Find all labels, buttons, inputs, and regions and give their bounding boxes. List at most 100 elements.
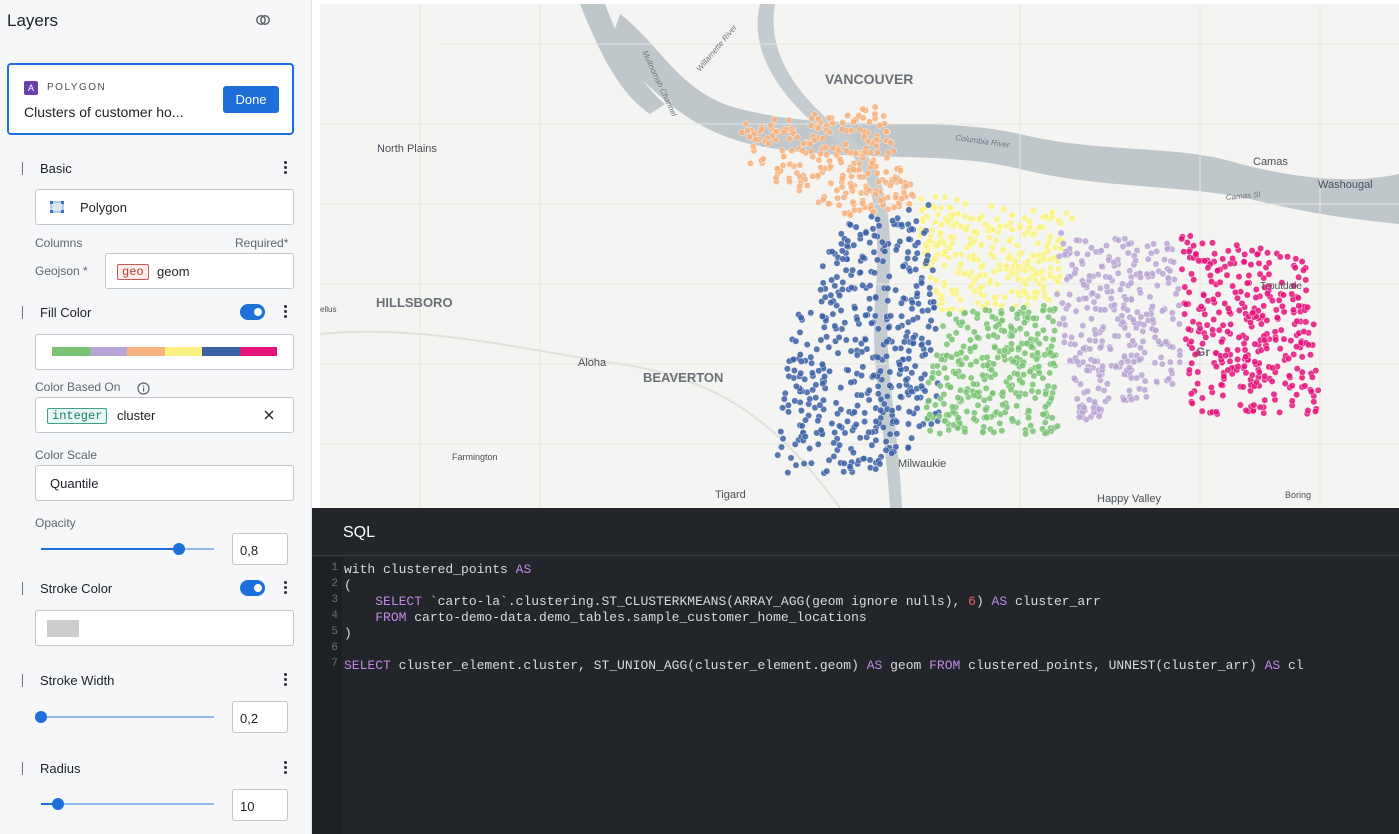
cluster-point bbox=[852, 421, 860, 428]
stroke-color-section-title[interactable]: Stroke Color bbox=[40, 581, 112, 596]
map-label-beaverton: BEAVERTON bbox=[643, 370, 723, 385]
cluster-point bbox=[982, 306, 989, 314]
basic-section-title[interactable]: Basic bbox=[40, 161, 72, 176]
cluster-point bbox=[790, 367, 798, 374]
radius-input[interactable]: 10 bbox=[232, 789, 288, 821]
cluster-point bbox=[1060, 338, 1068, 346]
radius-slider-thumb[interactable] bbox=[52, 798, 65, 810]
radius-section-title[interactable]: Radius bbox=[40, 761, 80, 776]
cluster-point bbox=[1271, 328, 1279, 336]
cluster-point bbox=[1304, 407, 1312, 414]
cluster-point bbox=[1111, 301, 1118, 309]
stroke-color-picker[interactable] bbox=[35, 610, 294, 646]
cluster-point bbox=[967, 240, 974, 248]
cluster-point bbox=[1040, 282, 1047, 290]
cluster-point bbox=[862, 229, 870, 237]
cluster-point bbox=[943, 374, 950, 382]
cluster-point bbox=[866, 456, 874, 464]
stroke-width-slider[interactable] bbox=[35, 711, 214, 723]
cluster-point bbox=[977, 241, 985, 249]
palette-select[interactable] bbox=[35, 334, 294, 370]
cluster-point bbox=[953, 350, 961, 358]
cluster-point bbox=[967, 374, 975, 382]
cluster-point bbox=[1308, 388, 1315, 396]
cluster-point bbox=[980, 396, 988, 404]
required-label: Required* bbox=[235, 236, 289, 250]
cluster-point bbox=[833, 273, 841, 281]
cluster-point bbox=[786, 160, 794, 168]
radius-slider[interactable] bbox=[41, 798, 214, 810]
cluster-point bbox=[998, 316, 1006, 324]
stroke-width-slider-thumb[interactable] bbox=[35, 711, 47, 723]
cluster-point bbox=[827, 299, 835, 306]
cluster-point bbox=[1159, 307, 1166, 315]
map-canvas[interactable]: VANCOUVER North Plains HILLSBORO Aloha B… bbox=[320, 4, 1399, 508]
cluster-point bbox=[851, 408, 858, 416]
cluster-point bbox=[838, 325, 846, 333]
info-icon[interactable] bbox=[137, 382, 150, 395]
cluster-point bbox=[893, 430, 901, 438]
stroke-width-section-title[interactable]: Stroke Width bbox=[40, 673, 114, 688]
geojson-column-select[interactable]: geo geom bbox=[105, 253, 294, 289]
cluster-point bbox=[913, 289, 921, 297]
cluster-point bbox=[1115, 236, 1122, 244]
cluster-point bbox=[1185, 325, 1192, 333]
cluster-point bbox=[1234, 346, 1242, 354]
cluster-point bbox=[1143, 310, 1150, 318]
cluster-point bbox=[815, 367, 823, 375]
fill-color-section-title[interactable]: Fill Color bbox=[40, 305, 91, 320]
cluster-point bbox=[938, 306, 946, 314]
cluster-point bbox=[871, 232, 878, 240]
cluster-point bbox=[788, 147, 796, 155]
basic-more-icon[interactable] bbox=[282, 161, 288, 177]
cluster-point bbox=[999, 388, 1007, 396]
cluster-point bbox=[1176, 351, 1184, 359]
cluster-point bbox=[898, 195, 906, 202]
cluster-point bbox=[862, 311, 869, 319]
map-label-milwaukie: Milwaukie bbox=[898, 458, 946, 470]
cluster-point bbox=[823, 467, 831, 475]
color-scale-select[interactable]: Quantile bbox=[35, 465, 294, 501]
stroke-width-input[interactable]: 0,2 bbox=[232, 701, 288, 733]
layer-card[interactable]: A POLYGON Clusters of customer ho... Don… bbox=[7, 63, 294, 135]
fill-color-toggle[interactable] bbox=[240, 304, 265, 320]
cluster-point bbox=[866, 305, 874, 313]
cluster-point bbox=[1143, 270, 1151, 278]
cluster-point bbox=[1187, 390, 1195, 398]
cluster-point bbox=[892, 443, 900, 451]
cluster-point bbox=[819, 196, 827, 204]
radius-more-icon[interactable] bbox=[282, 761, 288, 777]
sql-header: SQL bbox=[312, 508, 1399, 556]
opacity-slider[interactable] bbox=[41, 543, 214, 555]
cluster-point bbox=[1008, 211, 1016, 219]
cluster-point bbox=[1285, 372, 1293, 380]
stroke-color-more-icon[interactable] bbox=[282, 581, 288, 597]
opacity-slider-thumb[interactable] bbox=[173, 543, 186, 555]
cluster-point bbox=[854, 402, 861, 409]
cluster-point bbox=[1086, 345, 1094, 353]
geometry-type-select[interactable]: Polygon bbox=[35, 189, 294, 225]
stroke-width-more-icon[interactable] bbox=[282, 673, 288, 689]
opacity-input[interactable]: 0,8 bbox=[232, 533, 288, 565]
cluster-point bbox=[856, 434, 864, 442]
geometry-type-value: Polygon bbox=[80, 200, 127, 215]
color-column-select[interactable]: integer cluster bbox=[35, 397, 294, 433]
cluster-point bbox=[1034, 349, 1041, 357]
cluster-point bbox=[939, 322, 947, 330]
cluster-point bbox=[1086, 272, 1093, 280]
cluster-point bbox=[1059, 240, 1067, 248]
cluster-point bbox=[779, 404, 786, 412]
cluster-point bbox=[1014, 370, 1021, 378]
fill-color-more-icon[interactable] bbox=[282, 305, 288, 321]
stroke-color-toggle[interactable] bbox=[240, 580, 265, 596]
cluster-point bbox=[1276, 408, 1283, 416]
done-button[interactable]: Done bbox=[223, 86, 279, 113]
link-icon[interactable] bbox=[255, 12, 271, 28]
cluster-point bbox=[847, 211, 854, 219]
cluster-point bbox=[1044, 382, 1052, 390]
cluster-point bbox=[1218, 338, 1225, 346]
cluster-point bbox=[929, 266, 937, 274]
cluster-point bbox=[1300, 266, 1307, 274]
cluster-point bbox=[993, 216, 1001, 223]
clear-icon[interactable] bbox=[264, 410, 274, 420]
